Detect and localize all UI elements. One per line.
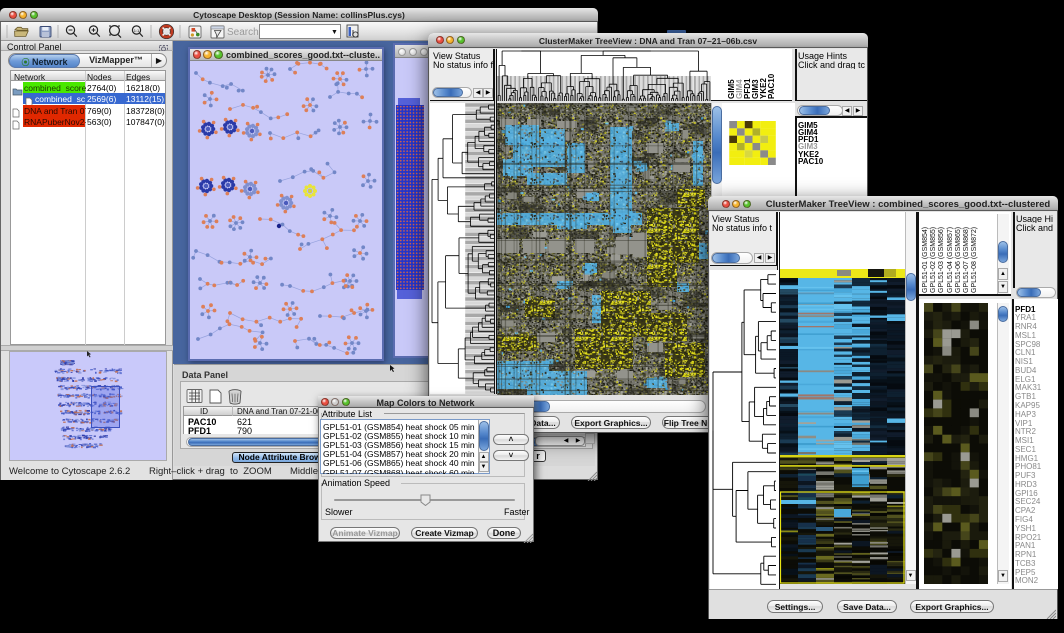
svg-text:1:1: 1:1 xyxy=(134,28,140,33)
